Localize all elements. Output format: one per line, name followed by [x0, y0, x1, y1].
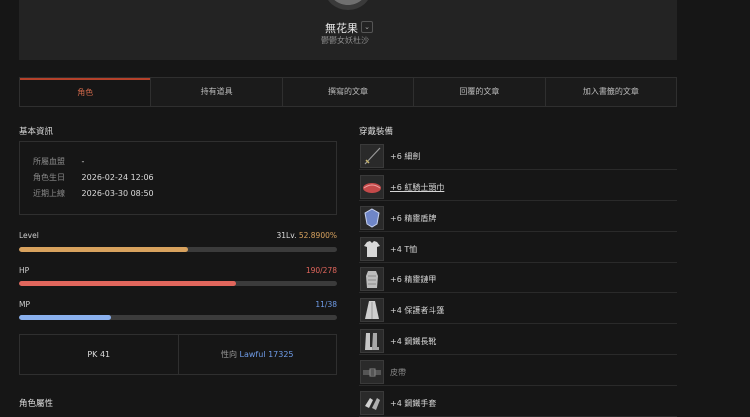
- tab-character[interactable]: 角色: [20, 78, 151, 106]
- mp-bar-fill: [19, 315, 112, 320]
- alignment-value: Lawful 17325: [239, 350, 294, 359]
- hp-label: HP: [19, 266, 30, 275]
- level-bar-fill: [19, 247, 188, 252]
- info-row-last-online: 近期上線 2026-03-30 08:50: [33, 188, 154, 199]
- info-key: 所屬血盟: [33, 157, 65, 166]
- cloak-icon: [360, 298, 384, 322]
- equipment-row[interactable]: 皮帶: [359, 359, 677, 386]
- info-key: 角色生日: [33, 173, 65, 182]
- red-bandana-icon: [360, 175, 384, 199]
- mp-label: MP: [19, 300, 30, 309]
- rapier-icon: [360, 144, 384, 168]
- equipment-name: +6 細劍: [390, 152, 421, 161]
- chevron-down-icon[interactable]: ⌄: [361, 21, 373, 33]
- chainmail-icon: [360, 267, 384, 291]
- tab-owned-items[interactable]: 持有道具: [150, 78, 282, 106]
- tab-replied-posts[interactable]: 回覆的文章: [413, 78, 545, 106]
- equipment-name: +4 保護者斗篷: [390, 306, 445, 315]
- info-row-birthday: 角色生日 2026-02-24 12:06: [33, 172, 154, 183]
- equipment-name: +4 鋼鐵長靴: [390, 337, 437, 346]
- hp-bar: [19, 281, 337, 286]
- equipment-title: 穿戴裝備: [359, 127, 394, 137]
- equipment-name: 皮帶: [390, 368, 406, 377]
- info-row-guild: 所屬血盟 -: [33, 156, 84, 167]
- equipment-name: +4 鋼鐵手套: [390, 399, 437, 408]
- equipment-row[interactable]: +4 鋼鐵長靴: [359, 328, 677, 355]
- basic-info-title: 基本資訊: [19, 127, 54, 137]
- equipment-name[interactable]: +6 紅騎士頭巾: [390, 182, 444, 193]
- equipment-row[interactable]: +6 紅騎士頭巾: [359, 174, 677, 201]
- info-value: 2026-03-30 08:50: [81, 189, 154, 198]
- level-label: Level: [19, 231, 39, 240]
- mp-bar: [19, 315, 337, 320]
- character-class: 鬱鬱女妖杜沙: [321, 36, 369, 45]
- info-key: 近期上線: [33, 189, 65, 198]
- gloves-icon: [360, 391, 384, 415]
- tab-bar: 角色 持有道具 撰寫的文章 回覆的文章 加入書籤的文章: [19, 77, 677, 107]
- equipment-row[interactable]: +6 細劍: [359, 143, 677, 170]
- mp-value: 11/38: [315, 300, 337, 309]
- equipment-row[interactable]: +4 保護者斗篷: [359, 297, 677, 324]
- alignment-label: 性向: [220, 350, 237, 359]
- equipment-row[interactable]: +6 精靈盾牌: [359, 205, 677, 232]
- alignment-stat: 性向 Lawful 17325: [177, 335, 337, 374]
- pk-label: PK: [87, 350, 98, 359]
- hp-bar-fill: [19, 281, 237, 286]
- level-bar: [19, 247, 337, 252]
- equipment-row[interactable]: +6 精靈鏈甲: [359, 266, 677, 293]
- equipment-row[interactable]: +4 鋼鐵手套: [359, 390, 677, 417]
- boots-icon: [360, 329, 384, 353]
- level-value: 31Lv. 52.8900%: [137, 231, 337, 240]
- hp-value: 190/278: [305, 266, 337, 275]
- equipment-row[interactable]: +4 T恤: [359, 236, 677, 263]
- basic-info-box: 所屬血盟 - 角色生日 2026-02-24 12:06 近期上線 2026-0…: [19, 141, 337, 215]
- character-name: 無花果: [325, 22, 358, 35]
- equipment-name: +4 T恤: [390, 245, 418, 254]
- elven-shield-icon: [360, 206, 384, 230]
- tab-bookmarked-posts[interactable]: 加入書籤的文章: [544, 78, 677, 106]
- info-value: 2026-02-24 12:06: [81, 173, 154, 182]
- pk-value: 41: [99, 350, 111, 359]
- equipment-name: +6 精靈鏈甲: [390, 275, 437, 284]
- info-value: -: [81, 157, 85, 166]
- attributes-title: 角色屬性: [19, 399, 54, 409]
- tab-written-posts[interactable]: 撰寫的文章: [281, 78, 414, 106]
- equipment-name: +6 精靈盾牌: [390, 214, 437, 223]
- pk-box: PK 41 性向 Lawful 17325: [19, 334, 337, 375]
- belt-icon: [360, 360, 384, 384]
- tshirt-icon: [360, 237, 384, 261]
- pk-stat: PK 41: [20, 335, 178, 374]
- level-percent: 52.8900%: [298, 231, 337, 240]
- level-number: 31Lv.: [276, 231, 297, 240]
